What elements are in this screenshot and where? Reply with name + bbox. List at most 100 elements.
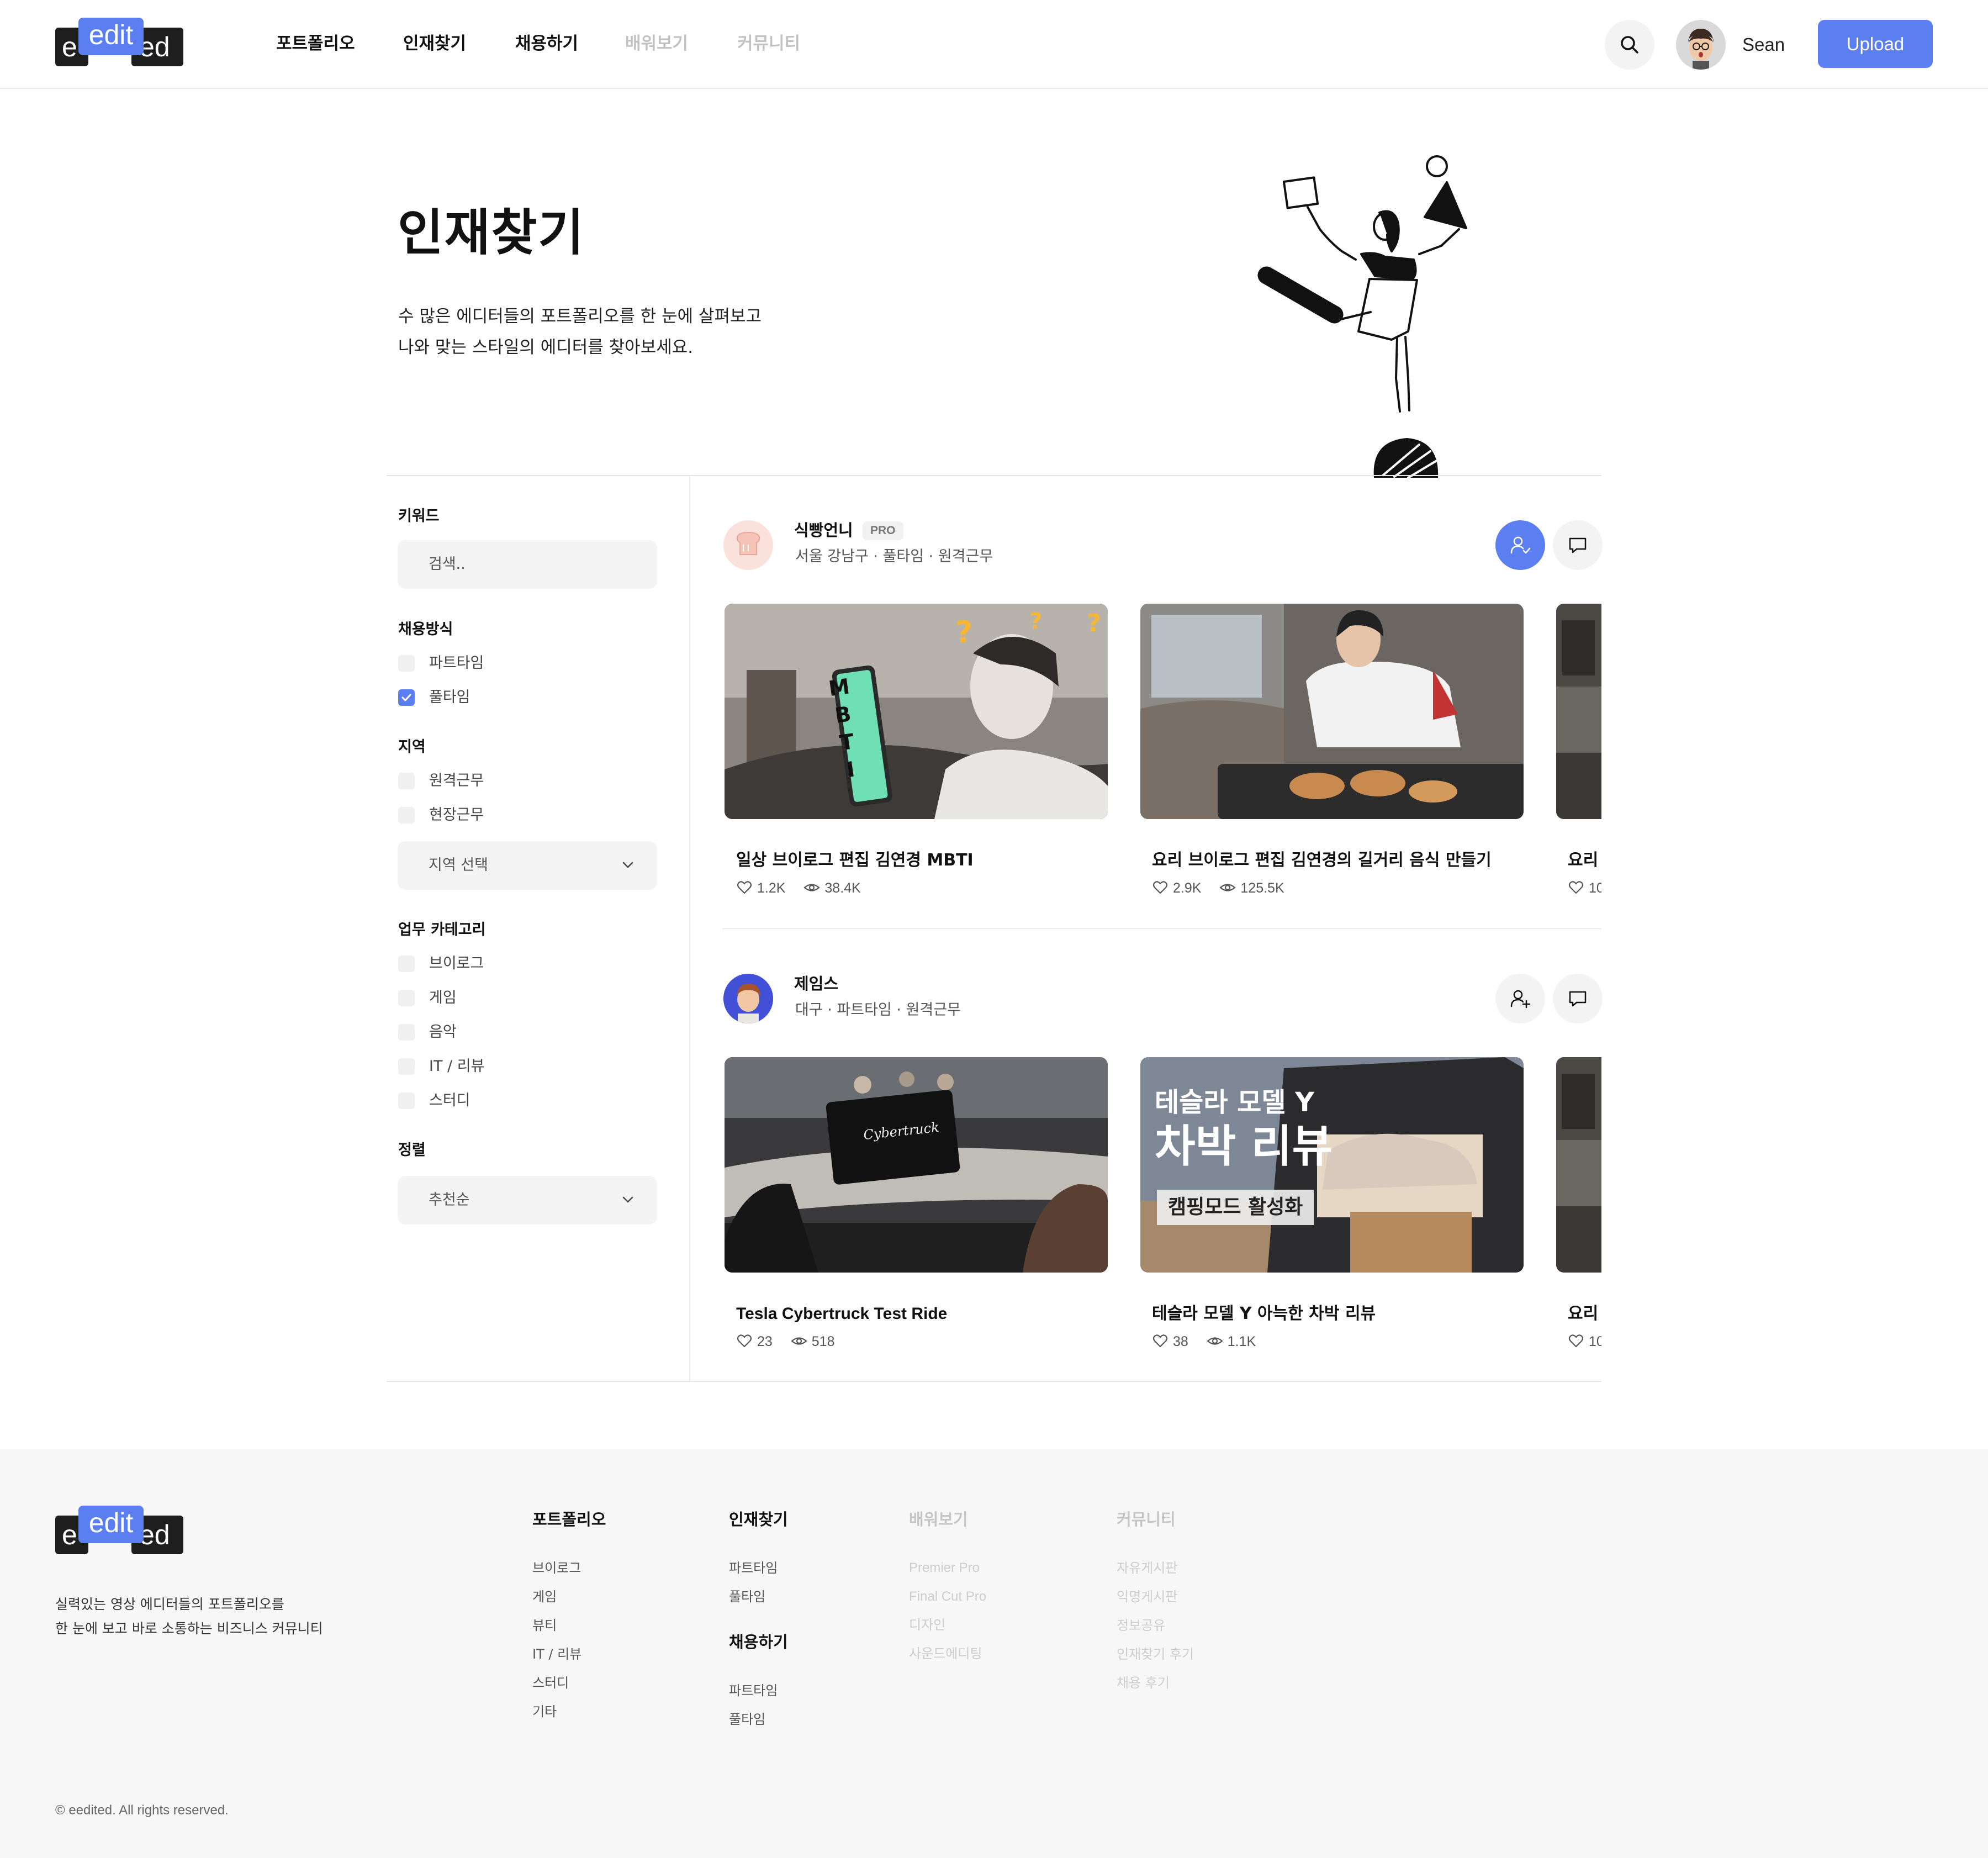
user-check-icon [1510, 536, 1531, 554]
footer-logo[interactable]: e ed edit [55, 1506, 183, 1555]
video-title[interactable]: 요리 [1568, 848, 1598, 873]
nav-learn[interactable]: 배워보기 [625, 30, 688, 57]
video-thumbnail[interactable]: 테슬라 모델 Y 차박 리뷰 캠핑모드 활성화 [1140, 1057, 1524, 1273]
video-thumbnail-partial[interactable] [1556, 1057, 1601, 1273]
editor-avatar[interactable] [723, 974, 773, 1023]
user-plus-icon [1510, 990, 1531, 1009]
video-title[interactable]: 테슬라 모델 Y 아늑한 차박 리뷰 [1152, 1302, 1376, 1326]
views-count: 518 [811, 1334, 835, 1349]
footer-link[interactable]: 뷰티 [532, 1611, 581, 1640]
checkbox-box-checked[interactable] [398, 689, 415, 706]
video-title[interactable]: 요리 브이로그 편집 김연경의 길거리 음식 만들기 [1152, 848, 1492, 873]
footer-link[interactable]: 스터디 [532, 1669, 581, 1697]
likes-count: 23 [757, 1334, 773, 1349]
search-icon [1621, 36, 1638, 54]
video-title[interactable]: 요리 [1568, 1302, 1598, 1326]
editor-name[interactable]: 식빵언니 [794, 519, 853, 542]
vlog-thumbnail-image: ? ? ? [725, 604, 1108, 819]
svg-text:?: ? [1029, 609, 1042, 634]
footer-link[interactable]: 파트타임 [729, 1554, 778, 1582]
chevron-down-icon [622, 1196, 633, 1203]
footer-link[interactable]: 인재찾기 후기 [1117, 1640, 1194, 1669]
footer-heading-portfolio[interactable]: 포트폴리오 [532, 1507, 606, 1532]
footer-link[interactable]: Premier Pro [909, 1554, 986, 1582]
footer-link[interactable]: 기타 [532, 1697, 581, 1726]
video-thumbnail-partial[interactable] [1556, 604, 1601, 819]
footer-links-hiring: 파트타임 풀타임 [729, 1676, 778, 1734]
checkbox-label: 풀타임 [429, 689, 470, 706]
footer-link[interactable]: 익명게시판 [1117, 1582, 1194, 1611]
sort-select[interactable]: 추천순 [398, 1176, 657, 1224]
checkbox-box[interactable] [398, 1024, 415, 1041]
footer-heading-learn[interactable]: 배워보기 [909, 1507, 968, 1532]
footer-link[interactable]: 게임 [532, 1582, 581, 1611]
video-thumbnail[interactable]: ? ? ? MBTI [725, 604, 1108, 819]
checkbox-box[interactable] [398, 807, 415, 824]
footer-heading-community[interactable]: 커뮤니티 [1117, 1507, 1176, 1532]
page-description-line-2: 나와 맞는 스타일의 에디터를 찾아보세요. [398, 337, 694, 357]
heart-icon [737, 881, 752, 894]
search-button[interactable] [1605, 20, 1654, 70]
checkbox-box[interactable] [398, 773, 415, 789]
likes-count: 10 [1589, 1334, 1601, 1349]
upload-button[interactable]: Upload [1818, 20, 1933, 68]
footer-heading-find-talent[interactable]: 인재찾기 [729, 1507, 788, 1532]
filter-region-label: 지역 [398, 738, 426, 756]
user-avatar[interactable] [1676, 20, 1726, 70]
search-input[interactable]: 검색.. [398, 540, 657, 589]
footer-link[interactable]: 자유게시판 [1117, 1554, 1194, 1582]
eye-icon [1219, 884, 1236, 891]
video-title[interactable]: Tesla Cybertruck Test Ride [736, 1302, 947, 1326]
video-thumbnail[interactable]: Cybertruck [725, 1057, 1108, 1273]
bread-icon [736, 531, 760, 555]
heart-icon [1152, 881, 1168, 894]
video-stats: 10 [1568, 877, 1601, 899]
footer-link[interactable]: 채용 후기 [1117, 1669, 1194, 1697]
nav-hiring[interactable]: 채용하기 [515, 30, 578, 57]
checkbox-label: IT / 리뷰 [429, 1058, 485, 1075]
editor-name[interactable]: 제임스 [794, 972, 838, 995]
checkbox-box[interactable] [398, 956, 415, 972]
checkbox-label: 파트타임 [429, 654, 484, 672]
footer-link[interactable]: 디자인 [909, 1611, 986, 1640]
svg-text:?: ? [1087, 609, 1101, 637]
footer-link[interactable]: 정보공유 [1117, 1611, 1194, 1640]
filter-sort-label: 정렬 [398, 1142, 426, 1159]
chat-icon [1569, 537, 1587, 553]
kitchen-thumbnail-image [1556, 1057, 1601, 1273]
region-select[interactable]: 지역 선택 [398, 841, 657, 890]
footer-link[interactable]: 사운드에디팅 [909, 1640, 986, 1669]
heart-icon [1568, 881, 1584, 894]
editor-meta: 대구 · 파트타임 · 원격근무 [795, 1001, 961, 1018]
footer-link[interactable]: 풀타임 [729, 1582, 778, 1611]
video-thumbnail[interactable] [1140, 604, 1524, 819]
likes-count: 38 [1173, 1334, 1188, 1349]
footer-link[interactable]: Final Cut Pro [909, 1582, 986, 1611]
site-header: e ed edit 포트폴리오 인재찾기 채용하기 배워보기 커뮤니티 Sean… [0, 0, 1988, 89]
follow-button[interactable] [1495, 974, 1545, 1023]
nav-find-talent[interactable]: 인재찾기 [403, 30, 466, 57]
following-button[interactable] [1495, 520, 1545, 570]
footer-link[interactable]: 풀타임 [729, 1705, 778, 1734]
check-icon [401, 694, 411, 701]
footer-links-learn: Premier Pro Final Cut Pro 디자인 사운드에디팅 [909, 1554, 986, 1669]
editor-avatar[interactable] [723, 520, 773, 570]
footer-tagline-line-2: 한 눈에 보고 바로 소통하는 비즈니스 커뮤니티 [55, 1621, 323, 1637]
checkbox-box[interactable] [398, 655, 415, 672]
checkbox-box[interactable] [398, 1092, 415, 1109]
checkbox-box[interactable] [398, 1058, 415, 1075]
logo[interactable]: e ed edit [55, 18, 183, 67]
footer-heading-hiring[interactable]: 채용하기 [729, 1630, 788, 1654]
nav-community[interactable]: 커뮤니티 [737, 30, 800, 57]
footer-link[interactable]: 파트타임 [729, 1676, 778, 1705]
nav-portfolio[interactable]: 포트폴리오 [276, 30, 355, 57]
user-name[interactable]: Sean [1742, 31, 1785, 59]
logo-mid: edit [78, 1506, 144, 1543]
video-title[interactable]: 일상 브이로그 편집 김연경 MBTI [736, 848, 974, 873]
footer-links-community: 자유게시판 익명게시판 정보공유 인재찾기 후기 채용 후기 [1117, 1554, 1194, 1697]
footer-link[interactable]: IT / 리뷰 [532, 1640, 581, 1669]
checkbox-box[interactable] [398, 990, 415, 1006]
footer-link[interactable]: 브이로그 [532, 1554, 581, 1582]
message-button[interactable] [1553, 520, 1603, 570]
message-button[interactable] [1553, 974, 1603, 1023]
